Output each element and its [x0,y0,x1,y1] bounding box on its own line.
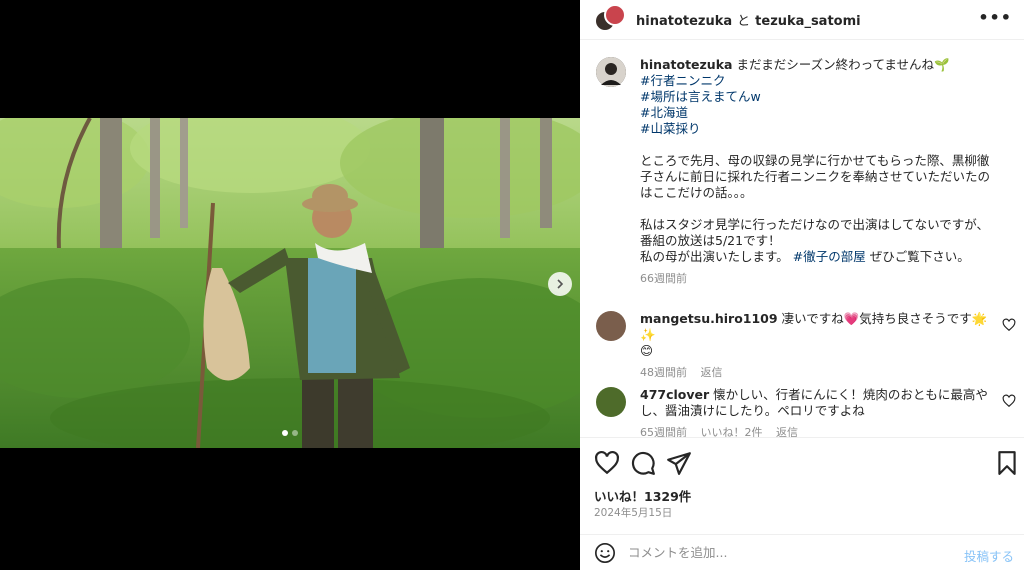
like-count[interactable]: いいね！1329件 [594,486,691,505]
comment-likes[interactable]: いいね！2件 [701,426,763,437]
conjunction: と [737,14,751,29]
avatar[interactable] [596,387,626,417]
caption-line: ぜひご覧下さい。 [869,249,970,264]
heart-icon[interactable] [1002,394,1016,408]
caption-line: はここだけの話。。。 [640,185,753,200]
caption-line: ところで先月、母の収録の見学に行かせてもらった際、黒柳徹 [640,153,990,168]
more-dots-icon[interactable]: ••• [978,8,1012,27]
add-comment-bar: 投稿する [580,534,1024,570]
author-link-1[interactable]: hinatotezuka [636,14,732,29]
avatar[interactable] [596,57,626,87]
comment-meta: 65週間前 いいね！2件 返信 [640,425,992,437]
comment-text: し、醤油漬けにしたり。ペロリですよね [640,403,865,418]
timestamp: 48週間前 [640,366,687,379]
caption-text: まだまだシーズン終わってませんね🌱 [736,57,950,72]
hashtag-link[interactable]: #場所は言えまてんw [640,89,992,105]
comment-meta: 48週間前 返信 [640,365,992,381]
hashtag-link[interactable]: #山菜採り [640,121,992,137]
caption-meta: 66週間前 [640,271,992,287]
comment-input[interactable] [628,545,928,560]
post-photo[interactable] [0,118,580,448]
reply-button[interactable]: 返信 [701,366,723,379]
caption-username[interactable]: hinatotezuka [640,57,732,72]
carousel-dot [292,430,298,436]
next-slide-button[interactable] [548,272,572,296]
comment: 477clover 懐かしい、行者にんにく！焼肉のおともに最高や し、醤油漬けに… [640,387,992,437]
post-authors: hinatotezuka と tezuka_satomi [636,10,861,29]
reply-button[interactable]: 返信 [776,426,798,437]
carousel-dot [282,430,288,436]
comment-username[interactable]: mangetsu.hiro1109 [640,311,778,326]
hashtag-link[interactable]: #行者ニンニク [640,73,992,89]
timestamp: 66週間前 [640,272,687,285]
caption-line: 私の母が出演いたします。 [640,249,789,264]
caption-line: 私はスタジオ見学に行っただけなので出演はしてないですが、 [640,217,990,232]
comment-text: 懐かしい、行者にんにく！焼肉のおともに最高や [713,387,988,402]
comments-list: hinatotezuka まだまだシーズン終わってませんね🌱 #行者ニンニク #… [580,41,1024,437]
avatar [604,3,626,26]
share-paper-plane-icon[interactable] [666,450,692,476]
post-action-bar [580,437,1024,485]
avatar[interactable] [596,311,626,341]
comment: mangetsu.hiro1109 凄いですね💗気持ち良さそうです🌟✨ 😊 48… [640,311,992,381]
like-heart-icon[interactable] [594,450,620,476]
author-link-2[interactable]: tezuka_satomi [755,14,860,29]
caption-line: 子さんに前日に採れた行者ニンニクを奉納させていただいたの [640,169,991,184]
bookmark-icon[interactable] [994,450,1020,476]
timestamp: 65週間前 [640,426,687,437]
post-media [0,0,580,570]
comment-bubble-icon[interactable] [630,450,656,476]
chevron-right-icon [557,279,564,289]
hashtag-link[interactable]: #徹子の部屋 [793,249,866,264]
comment-text: 😊 [640,343,654,358]
comment-username[interactable]: 477clover [640,387,709,402]
hashtag-link[interactable]: #北海道 [640,105,992,121]
heart-icon[interactable] [1002,318,1016,332]
post-date: 2024年5月15日 [594,507,673,519]
post-header: hinatotezuka と tezuka_satomi ••• [580,0,1024,40]
carousel-indicator [0,430,580,436]
user-avatar-icon [596,57,626,87]
caption: hinatotezuka まだまだシーズン終わってませんね🌱 #行者ニンニク #… [640,57,992,287]
caption-line: 番組の放送は5/21です！ [640,233,781,248]
post-comment-button[interactable]: 投稿する [964,546,1014,565]
emoji-icon[interactable] [594,542,616,564]
collab-avatars[interactable] [594,3,626,36]
post-side-panel: hinatotezuka と tezuka_satomi ••• hinatotez… [580,0,1024,570]
